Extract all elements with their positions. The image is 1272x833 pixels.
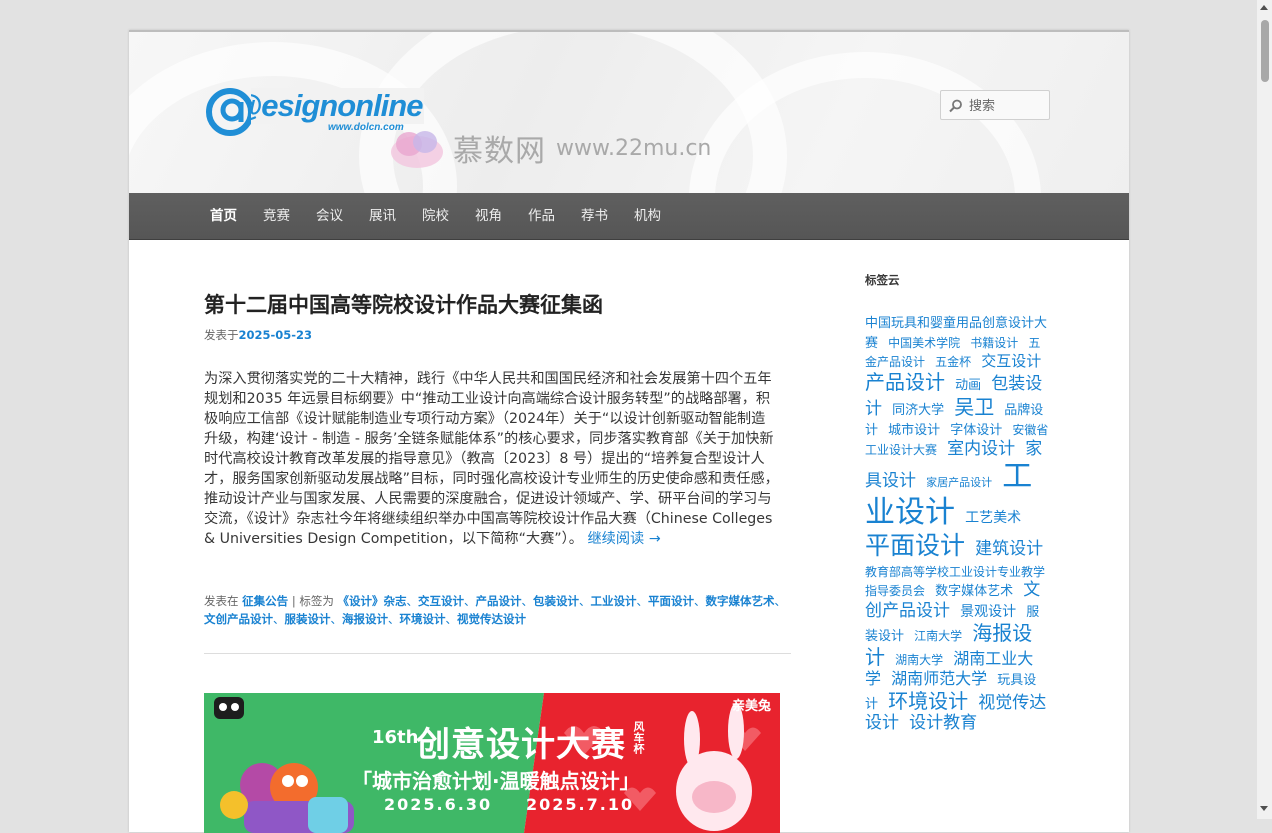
post-divider (204, 653, 791, 654)
post-title[interactable]: 第十二届中国高等院校设计作品大赛征集函 (204, 290, 791, 320)
watermark-cloud-icon (391, 131, 443, 168)
site-header: @esignonline www.dolcn.com 慕数网 www.22mu.… (129, 32, 1129, 193)
tag-cloud-link[interactable]: 建筑设计 (975, 539, 1043, 559)
nav-item-colleges[interactable]: 院校 (409, 193, 462, 239)
tag-separator: 、 (273, 612, 285, 626)
banner-edition: 16th (372, 727, 419, 748)
tag-cloud-link[interactable]: 平面设计 (865, 531, 965, 560)
search-box[interactable] (940, 90, 1051, 120)
tag-cloud-link[interactable]: 设计教育 (909, 713, 977, 733)
nav-item-perspective[interactable]: 视角 (462, 193, 515, 239)
nav-item-conference[interactable]: 会议 (303, 193, 356, 239)
tag-cloud-link[interactable]: 书籍设计 (970, 336, 1018, 350)
watermark-url: www.22mu.cn (556, 135, 712, 161)
post-tag-link[interactable]: 平面设计 (648, 594, 694, 608)
tag-cloud-link[interactable]: 江南大学 (914, 629, 962, 643)
nav-item-institutions[interactable]: 机构 (621, 193, 674, 239)
post-title-link[interactable]: 第十二届中国高等院校设计作品大赛征集函 (204, 293, 603, 317)
tag-cloud: 中国玩具和婴童用品创意设计大赛 中国美术学院 书籍设计 五金产品设计 五金杯 交… (865, 312, 1049, 733)
post-excerpt: 为深入贯彻落实党的二十大精神，践行《中华人民共和国国民经济和社会发展第十四个五年… (204, 369, 779, 549)
banner-subtitle: 「城市治愈计划·温暖触点设计」 (352, 769, 640, 793)
watermark-text: 慕数网 (453, 134, 546, 169)
post-tag-link[interactable]: 《设计》杂志 (338, 594, 407, 608)
page-container: @esignonline www.dolcn.com 慕数网 www.22mu.… (129, 30, 1129, 833)
tag-separator: 、 (579, 594, 591, 608)
post-meta-prefix: 发表于 (204, 328, 239, 342)
scrollbar-thumb[interactable] (1261, 20, 1269, 82)
tag-cloud-link[interactable]: 产品设计 (865, 370, 945, 394)
post-tag-link[interactable]: 包装设计 (533, 594, 579, 608)
tag-separator: 、 (694, 594, 706, 608)
post-meta: 发表于2025-05-23 (204, 327, 312, 343)
main-navigation: 首页 竞赛 会议 展讯 院校 视角 作品 荐书 机构 (129, 193, 1129, 240)
banner-cup: 风车杯 (632, 721, 645, 754)
post-tag-link[interactable]: 海报设计 (342, 612, 388, 626)
watermark: 慕数网 www.22mu.cn (387, 128, 712, 169)
banner-date-end: 2025.7.10 (526, 795, 635, 814)
tag-cloud-link[interactable]: 数字媒体艺术 (935, 584, 1013, 599)
tag-cloud-link[interactable]: 字体设计 (950, 423, 1002, 438)
nav-item-works[interactable]: 作品 (515, 193, 568, 239)
tag-cloud-link[interactable]: 工艺美术 (965, 510, 1021, 526)
tag-cloud-link[interactable]: 五金杯 (935, 355, 971, 369)
tag-cloud-link[interactable]: 环境设计 (888, 689, 968, 713)
search-icon (949, 99, 962, 113)
tag-cloud-link[interactable]: 吴卫 (954, 395, 994, 419)
tag-separator: 、 (464, 594, 476, 608)
nav-item-home[interactable]: 首页 (197, 193, 250, 239)
post-tag-link[interactable]: 文创产品设计 (204, 612, 273, 626)
post-body-text: 为深入贯彻落实党的二十大精神，践行《中华人民共和国国民经济和社会发展第十四个五年… (204, 371, 779, 547)
tag-separator: 、 (774, 594, 787, 608)
tag-separator: 、 (406, 594, 419, 608)
tag-cloud-link[interactable]: 动画 (955, 378, 981, 393)
tag-cloud-link[interactable]: 同济大学 (892, 403, 944, 418)
tag-cloud-link[interactable]: 湖南师范大学 (891, 669, 987, 688)
category-link[interactable]: 征集公告 (242, 594, 288, 608)
tag-cloud-link[interactable]: 中国美术学院 (888, 336, 960, 350)
tag-cloud-link[interactable]: 家居产品设计 (926, 476, 992, 489)
post-tag-link[interactable]: 数字媒体艺术 (706, 594, 775, 608)
banner-date-start: 2025.6.30 (384, 795, 493, 814)
post-footer: 发表在 征集公告 | 标签为 《设计》杂志、交互设计、产品设计、包装设计、工业设… (204, 592, 791, 628)
tag-cloud-link[interactable]: 交互设计 (981, 352, 1041, 370)
tag-separator: 、 (388, 612, 400, 626)
page-scrollbar[interactable] (1257, 0, 1272, 819)
nav-item-exhibition[interactable]: 展讯 (356, 193, 409, 239)
post-tag-link[interactable]: 环境设计 (400, 612, 446, 626)
post-tag-link[interactable]: 产品设计 (476, 594, 522, 608)
scroll-down-arrow-icon[interactable] (1260, 806, 1268, 811)
nav-item-books[interactable]: 荐书 (568, 193, 621, 239)
tagged-label: | 标签为 (291, 594, 334, 608)
posted-in-label: 发表在 (204, 594, 239, 608)
tag-cloud-link[interactable]: 湖南大学 (895, 653, 943, 667)
tag-cloud-link[interactable]: 城市设计 (888, 423, 940, 438)
scroll-up-arrow-icon[interactable] (1260, 5, 1268, 10)
banner-brand: 亲美兔 (732, 699, 772, 714)
logo-text: @esignonline (232, 88, 425, 124)
post-tag-link[interactable]: 服装设计 (285, 612, 331, 626)
tag-separator: 、 (636, 594, 649, 608)
nav-item-competition[interactable]: 竞赛 (250, 193, 303, 239)
tag-separator: 、 (445, 612, 458, 626)
read-more-link[interactable]: 继续阅读 → (587, 531, 660, 547)
tag-cloud-title: 标签云 (865, 273, 900, 287)
post-tag-link[interactable]: 工业设计 (591, 594, 637, 608)
banner-title: 创意设计大赛 (416, 725, 626, 765)
tag-cloud-link[interactable]: 室内设计 (947, 439, 1015, 459)
post-tag-link[interactable]: 交互设计 (418, 594, 464, 608)
competition-banner-image[interactable]: 亲美兔 16th 创意设计大赛 风车杯 「城市治愈计划·温暖触点设计」 2025… (204, 693, 780, 833)
tag-separator: 、 (330, 612, 343, 626)
tag-cloud-link[interactable]: 景观设计 (960, 604, 1016, 620)
post-tag-link[interactable]: 视觉传达设计 (457, 612, 526, 626)
post-date-link[interactable]: 2025-05-23 (239, 328, 313, 342)
tag-separator: 、 (521, 594, 534, 608)
search-input[interactable] (967, 94, 1051, 118)
